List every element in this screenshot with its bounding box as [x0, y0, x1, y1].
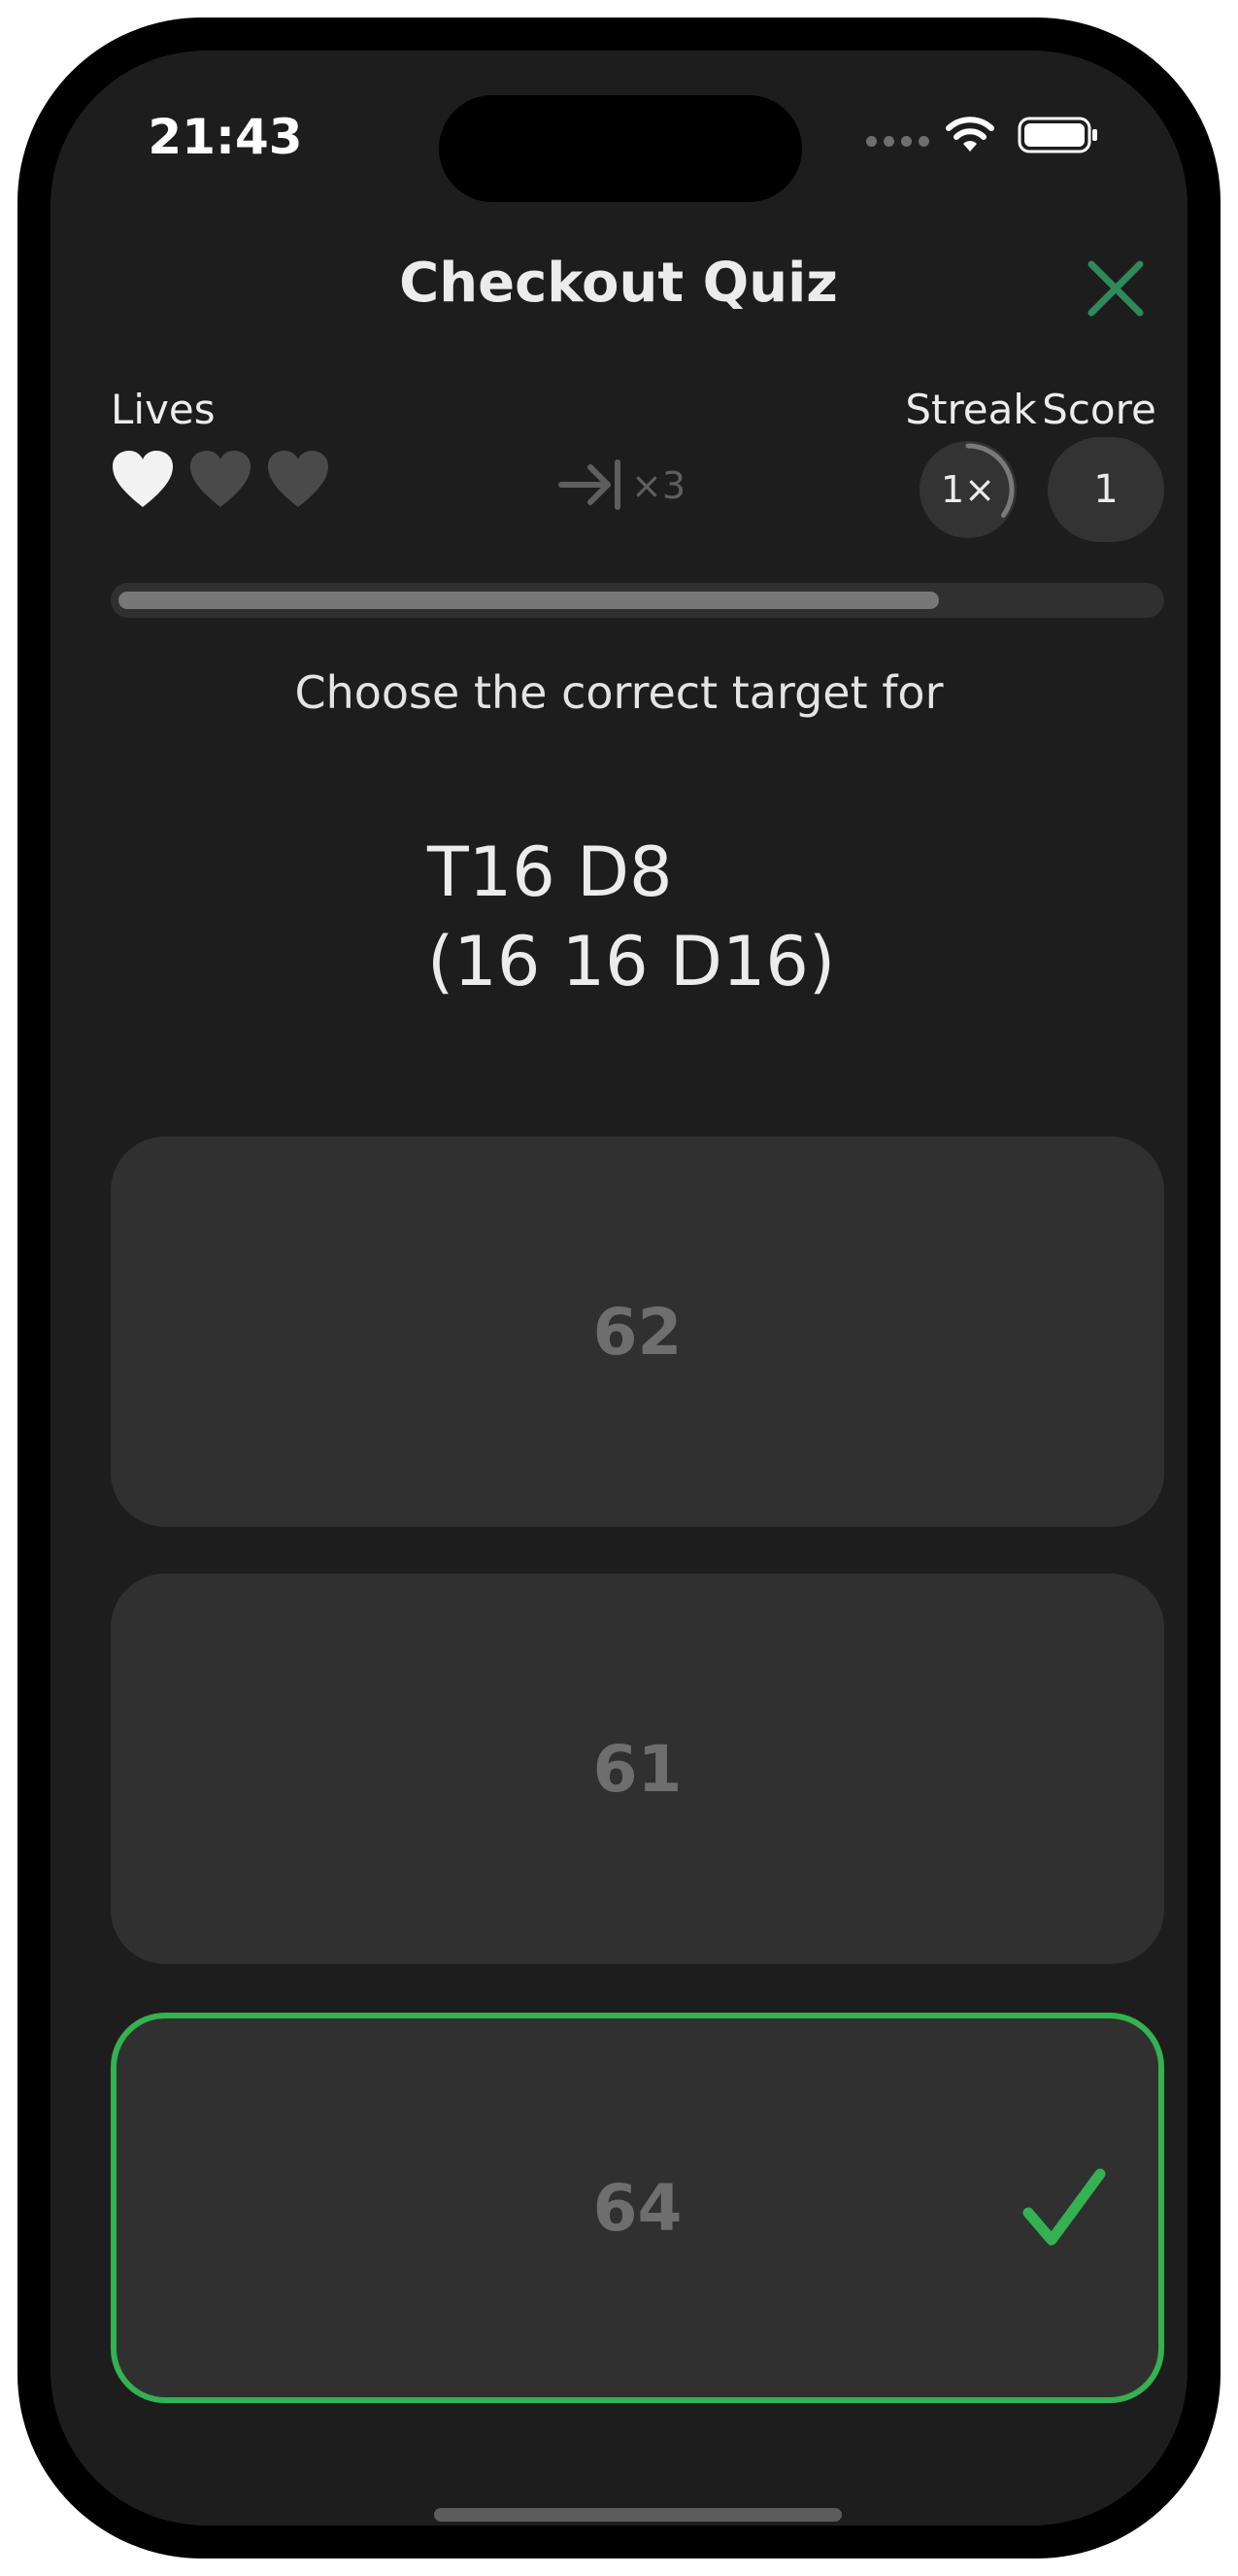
score-value: 1 — [1048, 437, 1164, 542]
page-title: Checkout Quiz — [399, 252, 838, 315]
multiplier-text: ×3 — [631, 464, 686, 507]
question-target-line2: (16 16 D16) — [427, 922, 836, 1001]
dynamic-island — [439, 95, 802, 202]
app-screen: 21:43 Checkout Quiz Lives ×3 Streak Scor… — [50, 51, 1188, 2525]
home-indicator — [434, 2508, 842, 2522]
checkmark-icon — [1022, 2168, 1106, 2246]
heart-icon — [268, 451, 328, 507]
phone-frame: 21:43 Checkout Quiz Lives ×3 Streak Scor… — [17, 17, 1221, 2559]
cellular-signal-icon — [866, 136, 930, 150]
progress-fill — [118, 592, 939, 609]
answer-label: 61 — [592, 1731, 683, 1807]
answer-label: 64 — [592, 2170, 683, 2246]
progress-bar — [111, 583, 1164, 618]
arrow-to-line-icon — [558, 459, 620, 510]
wifi-icon — [946, 117, 994, 152]
battery-icon — [1018, 117, 1097, 153]
lives-label: Lives — [111, 386, 216, 433]
answer-option-2[interactable]: 61 — [111, 1574, 1164, 1964]
heart-icon — [190, 451, 251, 507]
lives-hearts — [111, 449, 344, 517]
streak-badge: 1× — [916, 437, 1021, 542]
question-target-line1: T16 D8 — [427, 832, 673, 912]
status-time: 21:43 — [148, 109, 303, 165]
close-icon[interactable] — [1082, 254, 1150, 322]
multiplier-indicator: ×3 — [557, 451, 713, 519]
question-prompt: Choose the correct target for — [294, 666, 944, 719]
answer-option-1[interactable]: 62 — [111, 1136, 1164, 1527]
heart-icon — [113, 451, 173, 507]
streak-value: 1× — [940, 468, 996, 511]
answer-option-3[interactable]: 64 — [111, 2013, 1164, 2403]
answer-label: 62 — [592, 1294, 683, 1370]
score-label: Score — [1042, 386, 1156, 433]
